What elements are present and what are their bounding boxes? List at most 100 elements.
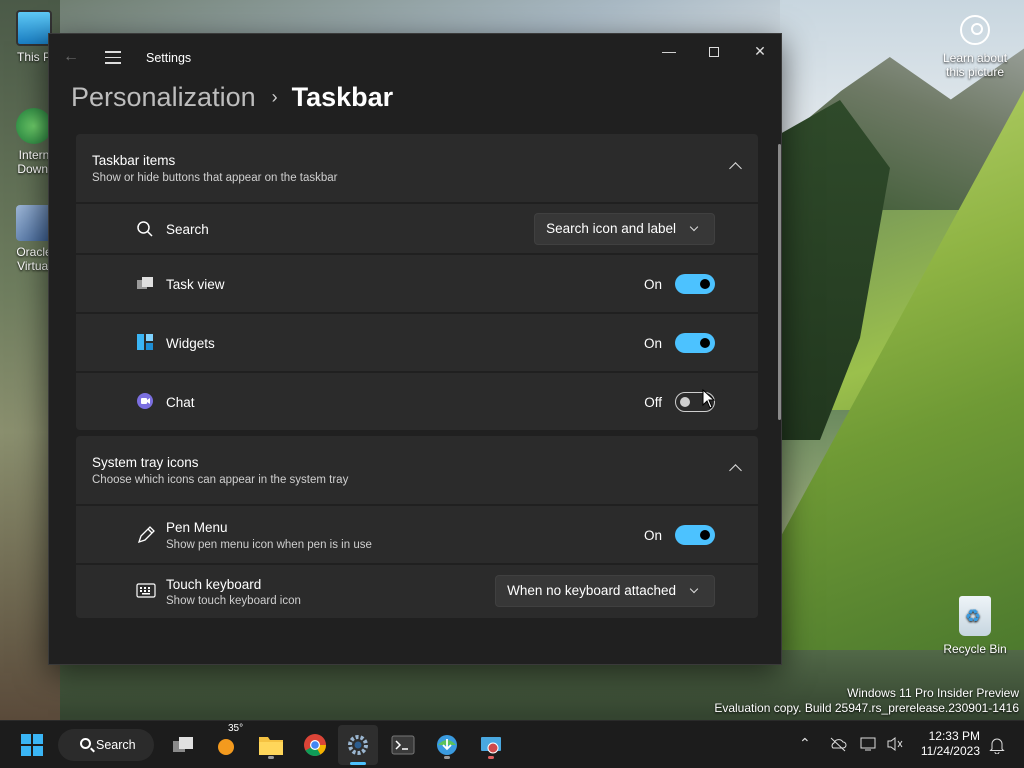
setting-label: Pen Menu — [166, 520, 228, 535]
globe-icon — [16, 108, 52, 144]
onedrive-off-icon[interactable] — [829, 736, 847, 752]
running-indicator — [444, 756, 450, 759]
taskbar: Search 35° ⌃ 12:33 PM 11/24/2023 — [0, 720, 1024, 768]
widgets-toggle[interactable] — [675, 333, 715, 353]
toggle-state-label: Off — [644, 395, 662, 410]
setting-row-chat: Chat Off — [76, 373, 758, 430]
start-button[interactable] — [16, 729, 48, 761]
section-title: System tray icons — [92, 455, 199, 470]
task-view-icon — [137, 277, 153, 289]
task-view-button[interactable] — [167, 729, 199, 761]
mouse-cursor-icon — [702, 389, 716, 409]
watermark-line: Windows 11 Pro Insider Preview — [847, 686, 1019, 700]
settings-taskbar-button[interactable] — [338, 725, 378, 765]
desktop-icon-recycle-bin[interactable]: Recycle Bin — [940, 596, 1010, 656]
file-explorer-button[interactable] — [255, 729, 287, 761]
setting-label: Task view — [166, 277, 225, 292]
recycle-bin-icon — [959, 596, 991, 636]
setting-row-widgets: Widgets On — [76, 314, 758, 371]
chevron-up-icon[interactable]: ⌃ — [799, 735, 811, 752]
learn-about-picture[interactable]: Learn about this picture — [940, 15, 1010, 79]
clock[interactable]: 12:33 PM 11/24/2023 — [921, 729, 980, 759]
learn-label: Learn about — [942, 51, 1008, 65]
toggle-state-label: On — [643, 277, 662, 292]
active-indicator — [350, 762, 366, 765]
terminal-icon — [391, 735, 415, 755]
toggle-state-label: On — [643, 528, 662, 543]
taskbar-items-header[interactable]: Taskbar items Show or hide buttons that … — [76, 134, 758, 202]
desktop-icon-label: This P — [16, 50, 51, 64]
chevron-up-icon — [729, 464, 742, 477]
notification-bell-icon[interactable] — [989, 736, 1005, 754]
windows-logo-icon — [21, 734, 43, 756]
back-button[interactable]: ← — [63, 48, 79, 66]
app-title: Settings — [146, 51, 192, 65]
menu-icon[interactable] — [105, 51, 121, 64]
dropdown-value: When no keyboard attached — [507, 583, 676, 598]
learn-label: this picture — [945, 65, 1005, 79]
setting-label: Chat — [166, 395, 195, 410]
maximize-icon — [709, 47, 719, 57]
chevron-down-icon — [689, 222, 699, 232]
search-icon — [80, 738, 91, 749]
clock-time: 12:33 PM — [928, 729, 980, 743]
taskbar-search-label: Search — [96, 738, 136, 752]
breadcrumb: Personalization › Taskbar — [71, 82, 393, 116]
setting-sublabel: Show touch keyboard icon — [166, 595, 301, 607]
pen-icon — [137, 526, 155, 544]
chevron-up-icon — [729, 162, 742, 175]
volume-muted-icon[interactable] — [886, 736, 904, 752]
search-mode-dropdown[interactable]: Search icon and label — [534, 213, 715, 245]
minimize-button[interactable]: — — [654, 42, 684, 64]
toggle-state-label: On — [643, 336, 662, 351]
pen-menu-toggle[interactable] — [675, 525, 715, 545]
chrome-icon — [304, 734, 326, 756]
chrome-button[interactable] — [299, 729, 331, 761]
remote-app-button[interactable] — [475, 729, 507, 761]
system-tray-header[interactable]: System tray icons Choose which icons can… — [76, 436, 758, 504]
setting-row-task-view: Task view On — [76, 255, 758, 312]
task-view-toggle[interactable] — [675, 274, 715, 294]
settings-content: Taskbar items Show or hide buttons that … — [76, 134, 758, 665]
sun-icon — [218, 739, 234, 755]
setting-label: Touch keyboard — [166, 577, 262, 592]
chevron-down-icon — [689, 584, 699, 594]
close-button[interactable]: ✕ — [745, 42, 775, 64]
network-icon[interactable] — [860, 736, 878, 752]
internet-download-button[interactable] — [431, 729, 463, 761]
section-subtitle: Show or hide buttons that appear on the … — [92, 172, 338, 184]
remote-desktop-icon — [481, 737, 501, 754]
widgets-icon — [137, 334, 153, 350]
taskbar-search[interactable]: Search — [58, 729, 154, 761]
running-indicator — [268, 756, 274, 759]
chat-icon — [137, 393, 153, 409]
person-icon — [960, 15, 990, 45]
running-indicator — [488, 756, 494, 759]
folder-icon — [259, 737, 283, 755]
weather-temperature: 35° — [228, 723, 244, 734]
keyboard-icon — [136, 583, 156, 598]
terminal-button[interactable] — [387, 729, 419, 761]
clock-date: 11/24/2023 — [920, 744, 980, 758]
setting-row-touch-keyboard: Touch keyboard Show touch keyboard icon … — [76, 565, 758, 618]
weather-widget[interactable]: 35° — [211, 723, 243, 761]
maximize-button[interactable] — [699, 42, 729, 64]
setting-label: Search — [166, 222, 209, 237]
settings-window: ← Settings — ✕ Personalization › Taskbar T… — [48, 33, 782, 665]
section-subtitle: Choose which icons can appear in the sys… — [92, 474, 349, 486]
recycle-bin-label: Recycle Bin — [943, 642, 1007, 656]
gear-icon — [348, 735, 368, 755]
setting-label: Widgets — [166, 336, 215, 351]
scrollbar[interactable] — [778, 144, 781, 420]
task-view-icon — [173, 737, 193, 752]
setting-row-pen-menu: Pen Menu Show pen menu icon when pen is … — [76, 506, 758, 563]
breadcrumb-separator: › — [271, 87, 278, 107]
touch-keyboard-dropdown[interactable]: When no keyboard attached — [495, 575, 715, 607]
breadcrumb-personalization[interactable]: Personalization — [71, 82, 256, 112]
setting-sublabel: Show pen menu icon when pen is in use — [166, 539, 372, 551]
page-title: Taskbar — [291, 82, 394, 112]
build-watermark: Windows 11 Pro Insider Preview Evaluatio… — [714, 686, 1019, 716]
download-manager-icon — [437, 735, 457, 755]
monitor-icon — [16, 10, 52, 46]
section-title: Taskbar items — [92, 153, 176, 168]
